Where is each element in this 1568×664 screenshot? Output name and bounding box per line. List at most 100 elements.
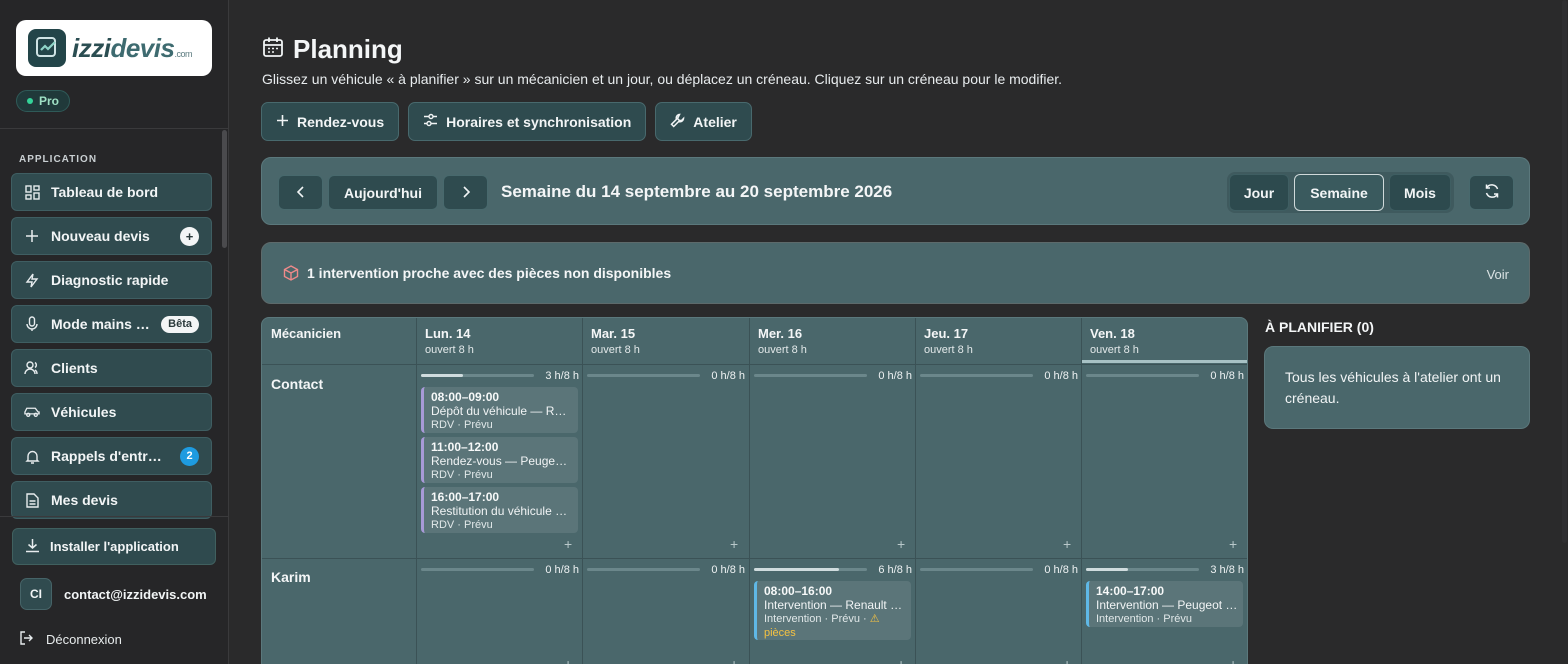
add-slot-button[interactable]: + xyxy=(897,536,905,552)
sidebar-scrollbar[interactable] xyxy=(222,130,227,248)
day-load-bar xyxy=(421,374,534,377)
schedule-slot[interactable]: 08:00–16:00Intervention — Renault Scénic… xyxy=(754,581,911,640)
add-slot-button[interactable]: + xyxy=(1229,656,1237,664)
day-load-text: 0 h/8 h xyxy=(878,370,912,382)
day-header: Lun. 14 xyxy=(425,326,471,341)
view-week-button[interactable]: Semaine xyxy=(1294,174,1384,211)
sidebar-item-vehicles[interactable]: Véhicules xyxy=(11,393,212,431)
previous-week-button[interactable] xyxy=(278,175,323,210)
dashboard-icon xyxy=(24,184,40,200)
column-divider xyxy=(582,318,583,664)
day-opening-hours: ouvert 8 h xyxy=(758,344,807,356)
day-opening-hours: ouvert 8 h xyxy=(591,344,640,356)
view-day-button[interactable]: Jour xyxy=(1229,174,1289,211)
add-slot-button[interactable]: + xyxy=(730,656,738,664)
schedule-slot[interactable]: 14:00–17:00 Intervention — Peugeot 308 Int… xyxy=(1086,581,1243,627)
schedule-slot[interactable]: 11:00–12:00 Rendez-vous — Peugeot 308 RDV … xyxy=(421,437,578,483)
calendar-toolbar: Aujourd'hui Semaine du 14 septembre au 2… xyxy=(261,157,1530,225)
sidebar-item-label: Rappels d'entretien xyxy=(51,448,169,464)
slot-time: 11:00–12:00 xyxy=(431,440,499,454)
slot-title: Intervention — Peugeot 308 xyxy=(1096,598,1238,612)
status-dot-icon xyxy=(27,98,33,104)
sidebar-item-reminders[interactable]: Rappels d'entretien 2 xyxy=(11,437,212,475)
add-slot-button[interactable]: + xyxy=(897,656,905,664)
add-slot-button[interactable]: + xyxy=(1063,656,1071,664)
slot-title: Rendez-vous — Peugeot 308 xyxy=(431,454,573,468)
plan-badge: Pro xyxy=(16,90,71,112)
microphone-icon xyxy=(24,316,40,332)
schedule-sync-button[interactable]: Horaires et synchronisation xyxy=(408,102,647,141)
row-divider xyxy=(262,558,1247,559)
day-header: Mar. 15 xyxy=(591,326,636,341)
alert-view-link[interactable]: Voir xyxy=(1487,267,1509,282)
add-slot-button[interactable]: + xyxy=(1063,536,1071,552)
day-header: Mer. 16 xyxy=(758,326,803,341)
sidebar-item-label: Clients xyxy=(51,360,98,376)
slot-status: RDV · Prévu xyxy=(431,469,493,481)
next-week-button[interactable] xyxy=(443,175,488,210)
day-load-text: 0 h/8 h xyxy=(545,564,579,576)
sidebar-item-label: Nouveau devis xyxy=(51,228,150,244)
lightning-icon xyxy=(24,272,40,288)
day-load-bar xyxy=(754,568,867,571)
day-header: Jeu. 17 xyxy=(924,326,969,341)
sidebar-item-label: Mes devis xyxy=(51,492,118,508)
plus-icon xyxy=(24,228,40,244)
day-load-text: 3 h/8 h xyxy=(1210,564,1244,576)
add-slot-button[interactable]: + xyxy=(564,656,572,664)
reminders-count-badge: 2 xyxy=(180,446,199,466)
column-divider xyxy=(416,318,417,664)
row-divider xyxy=(262,364,1247,365)
new-appointment-label: Rendez-vous xyxy=(297,113,385,130)
add-slot-button[interactable]: + xyxy=(730,536,738,552)
schedule-slot[interactable]: 16:00–17:00Restitution du véhicule — Peu… xyxy=(421,487,578,533)
user-account[interactable]: CI contact@izzidevis.com xyxy=(20,578,207,610)
logout-link[interactable]: Déconnexion xyxy=(20,631,122,648)
day-load-text: 0 h/8 h xyxy=(1044,370,1078,382)
sidebar: izzidevis.com Pro APPLICATION Tableau de… xyxy=(0,0,229,664)
day-load-fill xyxy=(1086,568,1129,571)
logout-icon xyxy=(20,631,34,648)
schedule-slot[interactable]: 08:00–09:00Dépôt du véhicule — Renault S… xyxy=(421,387,578,433)
sidebar-item-quick-diagnostic[interactable]: Diagnostic rapide xyxy=(11,261,212,299)
add-slot-button[interactable]: + xyxy=(1229,536,1237,552)
new-appointment-button[interactable]: Rendez-vous xyxy=(261,102,400,141)
page-title: Planning xyxy=(293,34,403,64)
workshop-button[interactable]: Atelier xyxy=(655,102,752,141)
page-subtitle: Glissez un véhicule « à planifier » sur … xyxy=(262,71,1063,87)
slot-time: 16:00–17:00 xyxy=(431,490,500,504)
view-month-button[interactable]: Mois xyxy=(1389,174,1451,211)
today-button[interactable]: Aujourd'hui xyxy=(328,175,438,210)
workshop-label: Atelier xyxy=(693,113,737,130)
chevron-right-icon xyxy=(461,185,471,201)
brand-logo[interactable]: izzidevis.com xyxy=(16,20,212,76)
refresh-button[interactable] xyxy=(1469,175,1514,210)
day-load-bar xyxy=(421,568,534,571)
sidebar-item-my-quotes[interactable]: Mes devis xyxy=(11,481,212,519)
calendar-icon xyxy=(262,36,284,63)
warning-icon: ⚠ xyxy=(866,613,880,625)
sidebar-item-hands-free[interactable]: Mode mains libres Bêta xyxy=(11,305,212,343)
day-opening-hours: ouvert 8 h xyxy=(924,344,973,356)
car-icon xyxy=(24,404,40,420)
install-app-button[interactable]: Installer l'application xyxy=(12,528,216,565)
day-load-text: 0 h/8 h xyxy=(1044,564,1078,576)
column-divider xyxy=(915,318,916,664)
mechanic-name: Karim xyxy=(271,569,311,585)
day-load-bar xyxy=(587,374,700,377)
add-slot-button[interactable]: + xyxy=(564,536,572,552)
main-scrollbar[interactable] xyxy=(1561,0,1568,545)
day-load-fill xyxy=(754,568,839,571)
sidebar-item-dashboard[interactable]: Tableau de bord xyxy=(11,173,212,211)
logout-label: Déconnexion xyxy=(46,632,122,647)
beta-badge: Bêta xyxy=(161,315,199,333)
day-load-bar xyxy=(920,374,1033,377)
mechanic-column-header: Mécanicien xyxy=(271,326,342,341)
slot-title: Intervention — Renault Scénic xyxy=(764,598,906,612)
sidebar-item-clients[interactable]: Clients xyxy=(11,349,212,387)
sidebar-item-label: Véhicules xyxy=(51,404,117,420)
sidebar-item-new-quote[interactable]: Nouveau devis + xyxy=(11,217,212,255)
day-load-bar xyxy=(1086,374,1199,377)
to-plan-title: À PLANIFIER (0) xyxy=(1265,319,1374,335)
alert-text: 1 intervention proche avec des pièces no… xyxy=(307,265,672,281)
